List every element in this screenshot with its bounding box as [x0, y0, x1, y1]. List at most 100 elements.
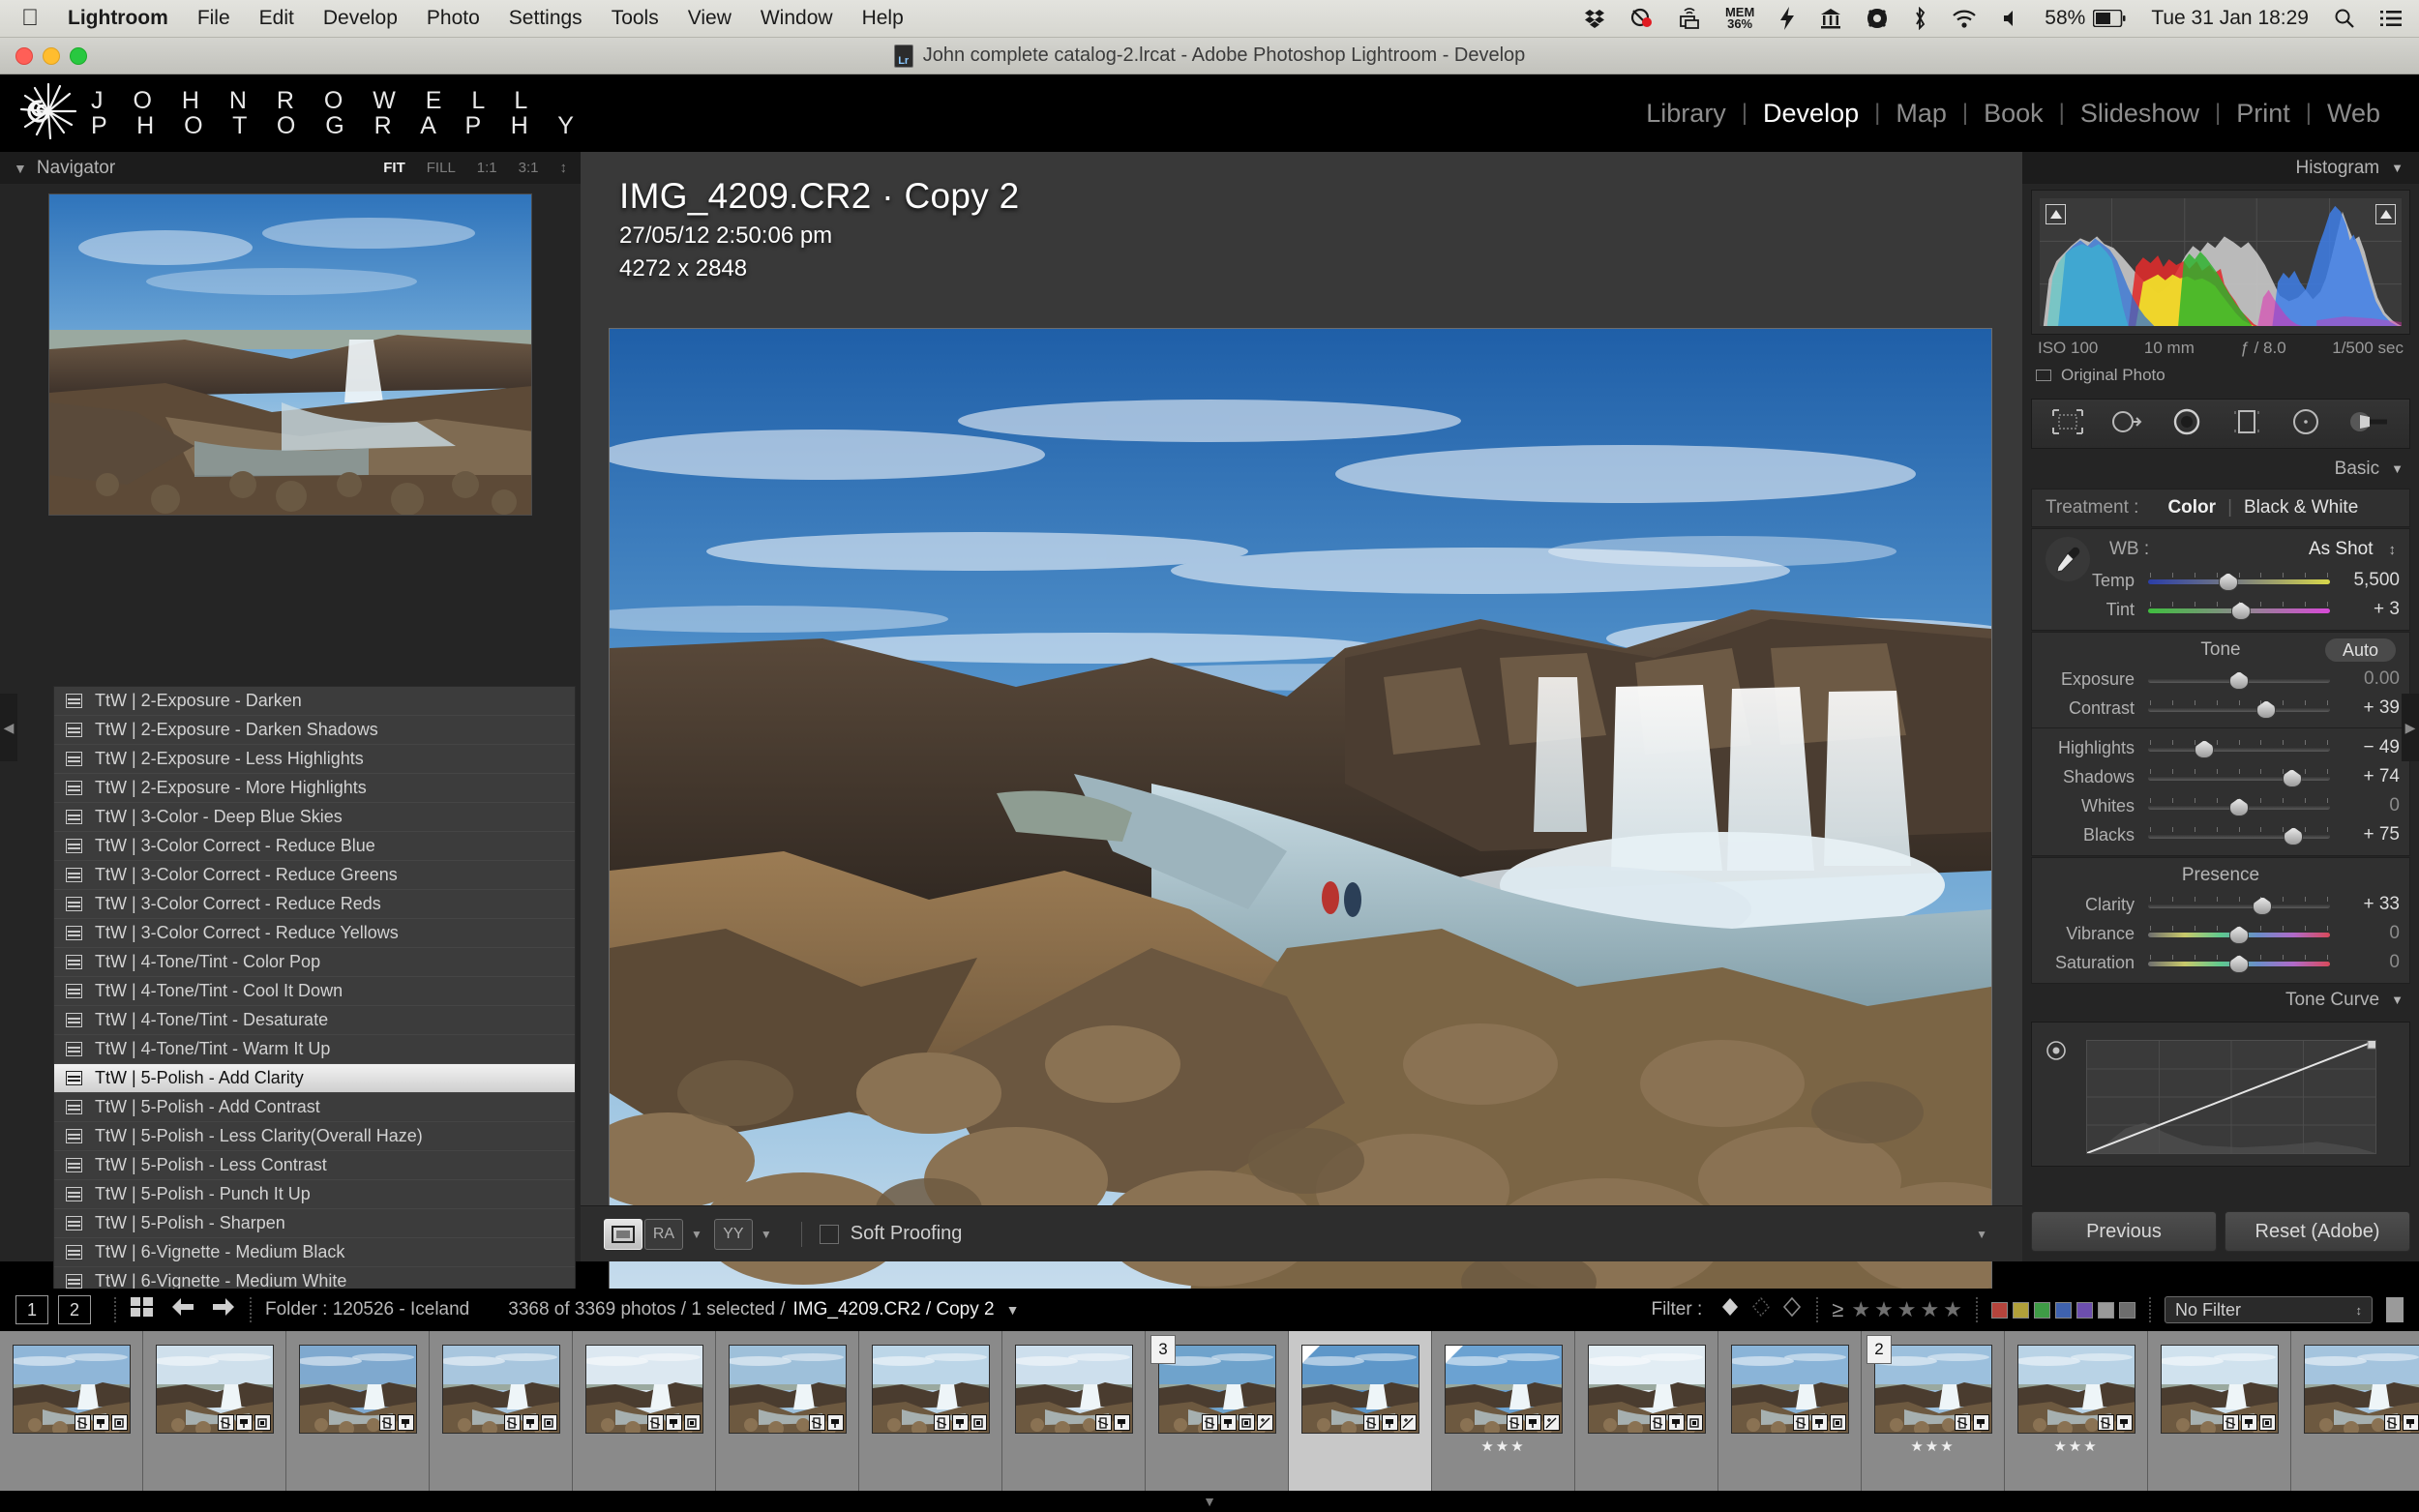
filmstrip-thumbnail[interactable]: ★★★	[1432, 1331, 1575, 1491]
metadata-badge-icon[interactable]	[540, 1414, 557, 1431]
develop-badge-icon[interactable]	[92, 1414, 109, 1431]
develop-badge-icon[interactable]	[1219, 1414, 1237, 1431]
filmstrip-thumbnail[interactable]	[1002, 1331, 1146, 1491]
star-icon[interactable]: ★	[1897, 1297, 1917, 1322]
metadata-badge-icon[interactable]	[683, 1414, 701, 1431]
preset-row[interactable]: TtW | 5-Polish - Sharpen	[54, 1209, 575, 1238]
battery-icon[interactable]	[2093, 10, 2126, 27]
slider-track[interactable]	[2148, 570, 2330, 591]
rescuetime-icon[interactable]	[1630, 8, 1654, 29]
filmstrip-thumbnail[interactable]	[2148, 1331, 2291, 1491]
menu-tools[interactable]: Tools	[612, 7, 659, 30]
loupe-photo[interactable]	[610, 329, 1991, 1296]
filmstrip-thumbnail[interactable]	[1718, 1331, 1862, 1491]
forward-arrow-icon[interactable]	[211, 1296, 236, 1323]
slider-track[interactable]	[2148, 795, 2330, 816]
develop-badge-icon[interactable]	[1113, 1414, 1130, 1431]
slider-highlights[interactable]: Highlights − 49	[2032, 733, 2409, 762]
crop-badge-icon[interactable]	[2222, 1414, 2239, 1431]
slider-shadows[interactable]: Shadows + 74	[2032, 762, 2409, 791]
preset-row[interactable]: TtW | 2-Exposure - Darken Shadows	[54, 716, 575, 745]
slider-track[interactable]	[2148, 824, 2330, 845]
thumbnail-image[interactable]	[1014, 1345, 1133, 1434]
crop-badge-icon[interactable]	[646, 1414, 664, 1431]
crop-badge-icon[interactable]	[1506, 1414, 1523, 1431]
thumbnail-image[interactable]	[298, 1345, 417, 1434]
module-slideshow[interactable]: Slideshow	[2065, 99, 2215, 129]
graduated-filter-icon[interactable]	[2229, 407, 2264, 441]
thumbnail-image[interactable]	[871, 1345, 990, 1434]
slider-track[interactable]	[2148, 668, 2330, 690]
thumbnail-image[interactable]	[1587, 1345, 1706, 1434]
metadata-badge-icon[interactable]	[110, 1414, 128, 1431]
loupe-view-icon[interactable]	[604, 1218, 642, 1250]
preset-row[interactable]: TtW | 3-Color Correct - Reduce Blue	[54, 832, 575, 861]
crop-badge-icon[interactable]	[503, 1414, 521, 1431]
previous-button[interactable]: Previous	[2031, 1211, 2217, 1252]
preset-row[interactable]: TtW | 4-Tone/Tint - Warm It Up	[54, 1035, 575, 1064]
crop-badge-icon[interactable]	[378, 1414, 396, 1431]
metadata-badge-icon[interactable]	[254, 1414, 271, 1431]
close-button[interactable]	[15, 47, 33, 65]
tone-curve-panel[interactable]	[2031, 1022, 2410, 1167]
current-file-label[interactable]: IMG_4209.CR2 / Copy 2	[793, 1299, 995, 1320]
metadata-badge-icon[interactable]	[2258, 1414, 2276, 1431]
preset-row[interactable]: TtW | 5-Polish - Punch It Up	[54, 1180, 575, 1209]
chevron-down-icon[interactable]: ▼	[14, 161, 27, 176]
targeted-adjustment-icon[interactable]	[2046, 1040, 2067, 1066]
filmstrip-thumbnail[interactable]	[143, 1331, 286, 1491]
red-eye-icon[interactable]	[2169, 407, 2204, 441]
thumbnail-rating[interactable]: ★★★	[2005, 1438, 2147, 1455]
memory-monitor[interactable]: MEM 36%	[1725, 5, 1754, 31]
stack-count-badge[interactable]: 3	[1150, 1335, 1176, 1364]
dropbox-icon[interactable]	[1584, 8, 1605, 29]
thumbnail-rating[interactable]: ★★★	[1432, 1438, 1574, 1455]
preset-row[interactable]: TtW | 2-Exposure - More Highlights	[54, 774, 575, 803]
maximize-button[interactable]	[70, 47, 87, 65]
shadow-clipping-icon[interactable]	[2046, 204, 2066, 224]
develop-badge-icon[interactable]	[1524, 1414, 1541, 1431]
thumbnail-image[interactable]	[728, 1345, 847, 1434]
color-label-swatch[interactable]	[1991, 1301, 2008, 1319]
module-library[interactable]: Library	[1630, 99, 1742, 129]
preset-row[interactable]: TtW | 3-Color Correct - Reduce Yellows	[54, 919, 575, 948]
filmstrip[interactable]: 3 ★★★ 2 ★★★ ★★★	[0, 1331, 2419, 1491]
thumbnail-image[interactable]	[1444, 1345, 1563, 1434]
metadata-badge-icon[interactable]	[970, 1414, 987, 1431]
histogram-panel[interactable]	[2031, 190, 2410, 335]
slider-track[interactable]	[2148, 697, 2330, 719]
metadata-badge-icon[interactable]	[1686, 1414, 1703, 1431]
crop-badge-icon[interactable]	[1649, 1414, 1666, 1431]
tone-curve-graph[interactable]	[2086, 1040, 2376, 1154]
crop-badge-icon[interactable]	[1792, 1414, 1809, 1431]
file-dropdown-icon[interactable]: ▼	[1006, 1302, 1020, 1318]
slider-temp[interactable]: Temp 5,500	[2032, 566, 2409, 595]
slider-vibrance[interactable]: Vibrance 0	[2032, 919, 2409, 948]
filmstrip-thumbnail[interactable]	[1575, 1331, 1718, 1491]
module-web[interactable]: Web	[2312, 99, 2396, 129]
module-book[interactable]: Book	[1968, 99, 2059, 129]
color-label-swatch[interactable]	[2098, 1301, 2114, 1319]
crop-badge-icon[interactable]	[1954, 1414, 1971, 1431]
color-label-swatch[interactable]	[2055, 1301, 2072, 1319]
filmstrip-collapse-arrow[interactable]: ▼	[0, 1491, 2419, 1512]
preset-row[interactable]: TtW | 4-Tone/Tint - Cool It Down	[54, 977, 575, 1006]
wb-stepper-icon[interactable]: ↕	[2389, 542, 2397, 558]
preset-row[interactable]: TtW | 2-Exposure - Less Highlights	[54, 745, 575, 774]
chevron-down-icon[interactable]: ▼	[2391, 461, 2404, 476]
thumbnail-image[interactable]	[584, 1345, 703, 1434]
presets-list[interactable]: TtW | 2-Exposure - Darken TtW | 2-Exposur…	[53, 686, 576, 1363]
module-print[interactable]: Print	[2221, 99, 2306, 129]
stack-count-badge[interactable]: 2	[1867, 1335, 1892, 1364]
left-panel-collapse-arrow[interactable]: ◀	[0, 694, 17, 761]
auto-tone-button[interactable]: Auto	[2324, 638, 2396, 662]
menu-lightroom[interactable]: Lightroom	[68, 7, 168, 30]
develop-badge-icon[interactable]	[951, 1414, 969, 1431]
filmstrip-thumbnail[interactable]	[716, 1331, 859, 1491]
chevron-down-icon[interactable]: ▼	[2391, 993, 2404, 1007]
adjustment-brush-icon[interactable]	[2348, 407, 2391, 441]
slider-contrast[interactable]: Contrast + 39	[2032, 694, 2409, 723]
star-icon[interactable]: ★	[1851, 1297, 1870, 1322]
filmstrip-thumbnail[interactable]	[859, 1331, 1002, 1491]
crop-badge-icon[interactable]	[1201, 1414, 1218, 1431]
